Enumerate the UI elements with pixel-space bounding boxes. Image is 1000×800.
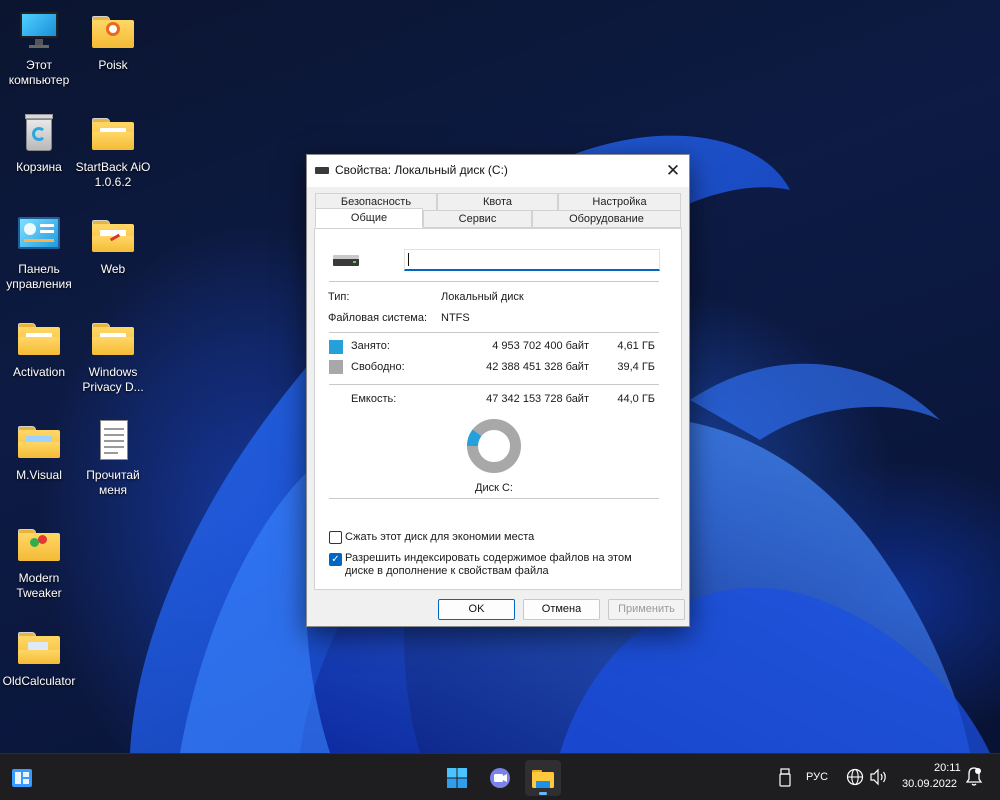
running-indicator [539, 792, 547, 795]
desktop-icon-label: Web [100, 262, 126, 276]
capacity-size: 44,0 ГБ [617, 393, 655, 405]
close-button[interactable]: ✕ [657, 155, 689, 187]
folder-icon [16, 418, 62, 464]
tab-customize[interactable]: Настройка [558, 193, 681, 211]
file-explorer-button[interactable] [525, 760, 561, 796]
monitor-icon [16, 8, 62, 54]
start-button[interactable] [439, 760, 475, 796]
compress-checkbox[interactable] [329, 531, 342, 544]
separator [329, 281, 659, 282]
desktop-icon-windows-privacy[interactable]: Windows Privacy D... [74, 315, 152, 395]
separator [329, 384, 659, 385]
dialog-titlebar[interactable]: Свойства: Локальный диск (C:) ✕ [307, 155, 689, 187]
disk-properties-dialog: Свойства: Локальный диск (C:) ✕ Безопасн… [306, 154, 690, 627]
desktop-icon-label: Modern Tweaker [16, 571, 62, 600]
text-caret [408, 253, 409, 266]
index-label-line1[interactable]: Разрешить индексировать содержимое файло… [345, 552, 632, 564]
file-explorer-icon [532, 770, 554, 788]
desktop-icon-poisk[interactable]: Poisk [74, 8, 152, 73]
desktop-icon-m-visual[interactable]: M.Visual [0, 418, 78, 483]
language-indicator[interactable]: РУС [806, 771, 828, 783]
desktop-icon-recycle-bin[interactable]: Корзина [0, 110, 78, 175]
widgets-button[interactable] [4, 760, 40, 796]
used-bytes: 4 953 702 400 байт [492, 340, 589, 352]
index-label-line2[interactable]: диске в дополнение к свойствам файла [345, 565, 549, 577]
desktop-icon-label: OldCalculator [2, 674, 76, 688]
free-size: 39,4 ГБ [617, 361, 655, 373]
folder-icon [16, 315, 62, 361]
notification-bell-icon[interactable] [965, 766, 983, 788]
general-tab-panel: Тип: Локальный диск Файловая система: NT… [314, 228, 682, 590]
disk-name-label: Диск C: [475, 482, 513, 494]
free-label: Свободно: [351, 361, 405, 373]
type-label: Тип: [328, 291, 350, 303]
tab-hardware[interactable]: Оборудование [532, 210, 681, 228]
index-checkbox[interactable]: ✓ [329, 553, 342, 566]
volume-label-input[interactable] [404, 249, 660, 271]
disk-usage-donut [467, 419, 521, 473]
hard-drive-icon [333, 255, 359, 266]
desktop-icon-old-calculator[interactable]: OldCalculator [0, 624, 78, 689]
used-space-swatch [329, 340, 343, 354]
control-panel-icon [16, 212, 62, 258]
tab-general[interactable]: Общие [315, 208, 423, 228]
recycle-bin-icon [16, 110, 62, 156]
desktop-icon-readme[interactable]: Прочитай меня [74, 418, 152, 498]
chat-button[interactable] [482, 760, 518, 796]
usb-drive-icon[interactable] [778, 768, 792, 788]
separator [329, 498, 659, 499]
tab-tools[interactable]: Сервис [423, 210, 532, 228]
desktop-icon-label: Windows Privacy D... [82, 365, 144, 394]
filesystem-value: NTFS [441, 312, 470, 324]
desktop-icon-web[interactable]: Web [74, 212, 152, 277]
desktop-icon-label: Корзина [16, 160, 62, 174]
folder-icon [90, 315, 136, 361]
widgets-icon [12, 769, 32, 787]
compress-label[interactable]: Сжать этот диск для экономии места [345, 531, 534, 543]
desktop-icon-startback[interactable]: StartBack AiO 1.0.6.2 [74, 110, 152, 190]
folder-icon [16, 521, 62, 567]
type-value: Локальный диск [441, 291, 524, 303]
apply-button[interactable]: Применить [608, 599, 685, 620]
tab-quota[interactable]: Квота [437, 193, 558, 211]
used-size: 4,61 ГБ [617, 340, 655, 352]
desktop-icon-label: M.Visual [16, 468, 62, 482]
text-file-icon [90, 418, 136, 464]
network-globe-icon[interactable] [846, 768, 864, 786]
desktop-icon-label: Poisk [98, 58, 128, 72]
desktop-icon-modern-tweaker[interactable]: Modern Tweaker [0, 521, 78, 601]
close-icon: ✕ [665, 161, 681, 180]
capacity-label: Емкость: [351, 393, 397, 405]
desktop-icon-this-pc[interactable]: Этот компьютер [0, 8, 78, 88]
drive-icon [315, 167, 329, 174]
used-label: Занято: [351, 340, 390, 352]
desktop-icon-activation[interactable]: Activation [0, 315, 78, 380]
free-bytes: 42 388 451 328 байт [486, 361, 589, 373]
desktop-icon-control-panel[interactable]: Панель управления [0, 212, 78, 292]
ok-button[interactable]: OK [438, 599, 515, 620]
folder-icon [90, 212, 136, 258]
cancel-button[interactable]: Отмена [523, 599, 600, 620]
desktop-icon-label: Activation [12, 365, 66, 379]
start-icon [447, 768, 467, 788]
free-space-ring [467, 419, 521, 473]
folder-icon [90, 8, 136, 54]
capacity-bytes: 47 342 153 728 байт [486, 393, 589, 405]
desktop-icon-label: StartBack AiO 1.0.6.2 [75, 160, 151, 189]
desktop-icon-label: Этот компьютер [8, 58, 70, 87]
clock-date[interactable]: 30.09.2022 [902, 778, 957, 790]
separator [329, 332, 659, 333]
taskbar: РУС 20:11 30.09.2022 [0, 753, 1000, 800]
desktop-icon-label: Прочитай меня [86, 468, 140, 497]
volume-icon[interactable] [869, 768, 889, 786]
chat-icon [490, 768, 510, 788]
clock-time[interactable]: 20:11 [934, 762, 961, 774]
folder-icon [90, 110, 136, 156]
tabs-row-front: Общие Сервис Оборудование [315, 208, 681, 228]
dialog-title: Свойства: Локальный диск (C:) [335, 163, 508, 177]
free-space-swatch [329, 360, 343, 374]
filesystem-label: Файловая система: [328, 312, 428, 324]
desktop-icon-label: Панель управления [6, 262, 72, 291]
folder-icon [16, 624, 62, 670]
